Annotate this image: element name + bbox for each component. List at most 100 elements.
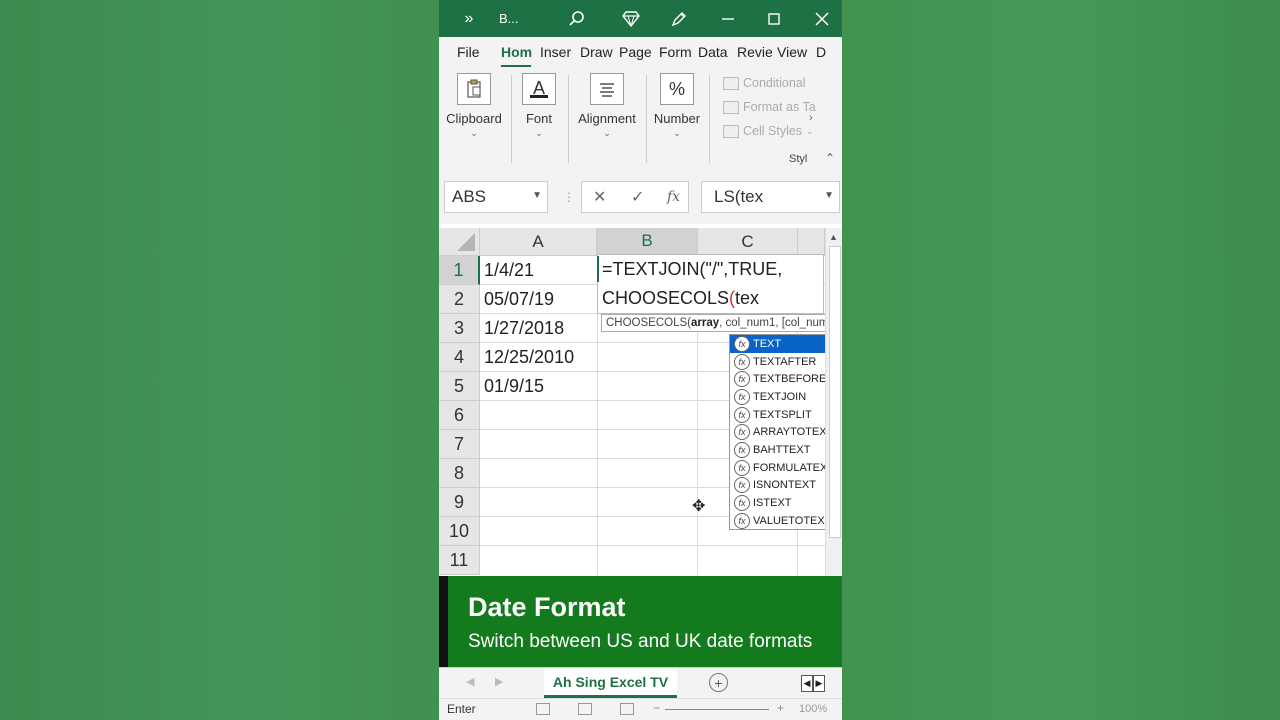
row-header-6[interactable]: 6 — [439, 401, 480, 430]
format-as-table-button[interactable]: Format as Ta — [723, 100, 816, 114]
conditional-formatting-button[interactable]: Conditional — [723, 76, 806, 90]
function-tooltip[interactable]: CHOOSECOLS(array, col_num1, [col_num2 — [601, 314, 842, 332]
alignment-icon — [590, 73, 624, 105]
column-header-c[interactable]: C — [698, 228, 798, 256]
formula-function-name: CHOOSECOLS — [602, 288, 730, 308]
row-header-9[interactable]: 9 — [439, 488, 480, 517]
number-group[interactable]: % Number ⌄ — [653, 73, 701, 139]
function-icon: fx — [734, 335, 750, 352]
cell-a4[interactable]: 12/25/2010 — [484, 347, 574, 368]
pen-icon[interactable] — [667, 0, 691, 37]
cancel-icon[interactable]: ✕ — [593, 187, 606, 207]
background-right — [842, 0, 1280, 720]
alignment-group[interactable]: Alignment ⌄ — [576, 73, 638, 139]
column-header-a[interactable]: A — [480, 228, 597, 256]
font-label: Font — [525, 111, 552, 126]
mouse-pointer-icon: ✥ — [692, 498, 706, 515]
zoom-slider[interactable] — [665, 709, 769, 710]
divider — [646, 75, 647, 163]
table-icon — [723, 100, 739, 114]
row-header-10[interactable]: 10 — [439, 517, 480, 546]
scrollbar-thumb[interactable] — [829, 246, 841, 538]
chevron-down-icon[interactable]: ▼ — [532, 190, 542, 201]
scroll-up-icon[interactable]: ▲ — [829, 232, 838, 242]
search-icon[interactable] — [565, 0, 589, 37]
tab-formulas[interactable]: Form — [659, 44, 692, 60]
autocomplete-item-label: TEXTAFTER — [753, 355, 817, 368]
page-layout-icon[interactable] — [578, 703, 592, 715]
title-bar: » B... — [439, 0, 842, 37]
autocomplete-item-label: TEXTJOIN — [753, 390, 807, 403]
row-header-11[interactable]: 11 — [439, 546, 480, 575]
next-sheet-icon[interactable]: ▶ — [495, 675, 503, 688]
sheet-tab[interactable]: Ah Sing Excel TV — [544, 668, 677, 698]
tab-view[interactable]: View — [777, 44, 807, 60]
tab-file[interactable]: File — [457, 44, 480, 60]
cell-a5[interactable]: 01/9/15 — [484, 376, 544, 397]
drag-handle-icon[interactable]: ⋮ — [563, 190, 575, 204]
cell-b1-editor[interactable]: =TEXTJOIN("/",TRUE, CHOOSECOLS(tex — [597, 254, 824, 314]
overflow-button[interactable]: » — [457, 0, 481, 37]
diamond-icon[interactable] — [619, 0, 643, 37]
row-header-2[interactable]: 2 — [439, 285, 480, 314]
scroll-right-icon[interactable]: ▶ — [813, 675, 825, 692]
vertical-scrollbar[interactable]: ▲ — [825, 228, 842, 576]
select-all-button[interactable] — [439, 228, 480, 256]
banner-subtitle: Switch between US and UK date formats — [468, 631, 813, 652]
prev-sheet-icon[interactable]: ◀ — [466, 675, 474, 688]
cell-styles-button[interactable]: Cell Styles ⌄ — [723, 124, 814, 138]
autocomplete-item-label: FORMULATEXT — [753, 461, 835, 474]
autocomplete-item-label: TEXTBEFORE — [753, 373, 827, 386]
row-header-1[interactable]: 1 — [439, 256, 480, 285]
zoom-in-icon[interactable]: + — [777, 701, 784, 715]
row-header-4[interactable]: 4 — [439, 343, 480, 372]
zoom-level[interactable]: 100% — [799, 703, 827, 715]
tab-draw[interactable]: Draw — [580, 44, 613, 60]
tab-data[interactable]: Data — [698, 44, 728, 60]
chevron-right-icon[interactable]: › — [809, 112, 813, 124]
cell-a1[interactable]: 1/4/21 — [484, 260, 534, 281]
zoom-out-icon[interactable]: − — [653, 701, 660, 715]
chevron-down-icon: ⌄ — [603, 128, 611, 138]
cell-a2[interactable]: 05/07/19 — [484, 289, 554, 310]
scroll-left-icon[interactable]: ◀ — [801, 675, 813, 692]
cell-a3[interactable]: 1/27/2018 — [484, 318, 564, 339]
tab-review[interactable]: Revie — [737, 44, 773, 60]
minimize-icon[interactable] — [716, 0, 740, 37]
column-header-d[interactable] — [798, 228, 825, 256]
autocomplete-item-label: ISTEXT — [753, 497, 792, 510]
font-glyph: A — [532, 77, 545, 98]
column-header-b[interactable]: B — [597, 228, 698, 256]
tab-developer[interactable]: D — [816, 44, 826, 60]
tab-page-layout[interactable]: Page — [619, 44, 652, 60]
row-header-7[interactable]: 7 — [439, 430, 480, 459]
function-icon: fx — [734, 406, 750, 423]
tab-insert[interactable]: Inser — [540, 44, 571, 60]
row-header-5[interactable]: 5 — [439, 372, 480, 401]
maximize-icon[interactable] — [762, 0, 786, 37]
formula-input[interactable]: LS(tex ▼ — [701, 181, 840, 213]
row-header-3[interactable]: 3 — [439, 314, 480, 343]
formula-buttons: ✕ ✓ fx — [581, 181, 689, 213]
tooltip-function: CHOOSECOLS( — [606, 317, 691, 329]
tab-home[interactable]: Hom — [501, 44, 532, 60]
banner-edge — [439, 576, 448, 667]
font-group[interactable]: A Font ⌄ — [521, 73, 557, 139]
row-header-8[interactable]: 8 — [439, 459, 480, 488]
ribbon-tabs: File Hom Inser Draw Page Form Data Revie… — [439, 37, 842, 67]
collapse-ribbon-icon[interactable]: ⌃ — [825, 151, 835, 165]
name-box[interactable]: ABS ▼ — [444, 181, 548, 213]
name-box-value: ABS — [452, 187, 487, 206]
add-sheet-button[interactable]: + — [709, 673, 728, 692]
insert-function-icon[interactable]: fx — [667, 189, 680, 205]
spreadsheet-grid: A B C 1 2 3 4 5 6 7 8 9 10 11 1/4/21 05/… — [439, 224, 842, 576]
close-icon[interactable] — [810, 0, 834, 37]
number-label: Number — [653, 111, 701, 126]
clipboard-label: Clipboard — [446, 111, 502, 126]
page-break-icon[interactable] — [620, 703, 634, 715]
autocomplete-item-label: ARRAYTOTEXT — [753, 426, 834, 439]
chevron-down-icon[interactable]: ▼ — [824, 190, 834, 201]
enter-icon[interactable]: ✓ — [631, 187, 644, 207]
clipboard-group[interactable]: Clipboard ⌄ — [445, 73, 503, 139]
normal-view-icon[interactable] — [536, 703, 550, 715]
